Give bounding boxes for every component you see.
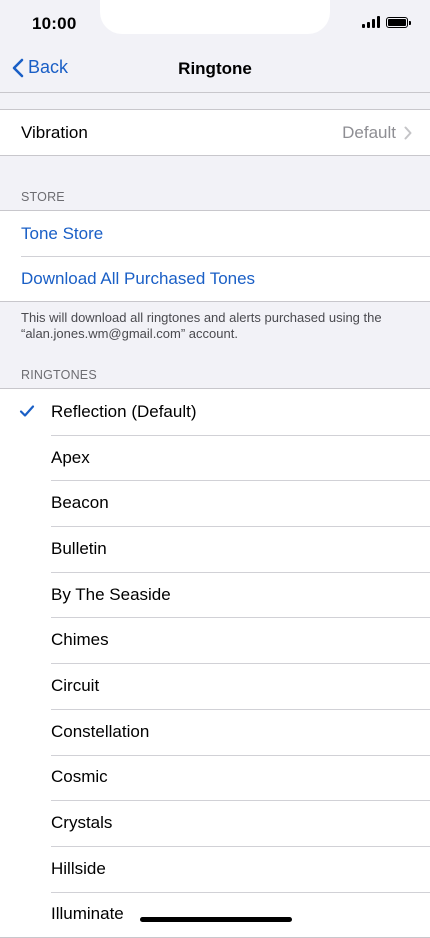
ringtone-label: Constellation <box>51 721 150 741</box>
download-all-purchased-tones-link[interactable]: Download All Purchased Tones <box>0 256 430 301</box>
ringtone-row[interactable]: Cosmic <box>0 754 430 801</box>
ringtone-label: Hillside <box>51 858 106 878</box>
ringtone-row[interactable]: Reflection (Default) <box>0 389 430 435</box>
ringtone-row[interactable]: Crystals <box>0 800 430 846</box>
ringtone-label: Beacon <box>51 493 109 513</box>
ringtone-label: Illuminate <box>51 904 124 924</box>
ringtone-row[interactable]: By The Seaside <box>0 571 430 618</box>
ringtone-label: By The Seaside <box>51 584 171 604</box>
download-all-label: Download All Purchased Tones <box>21 268 256 288</box>
ringtone-label: Cosmic <box>51 767 108 787</box>
store-footer-note: This will download all ringtones and ale… <box>21 310 382 341</box>
device-notch <box>100 0 330 34</box>
ringtone-label: Circuit <box>51 675 100 695</box>
store-group: Tone Store Download All Purchased Tones <box>0 210 430 302</box>
battery-icon <box>386 16 411 28</box>
tone-store-link[interactable]: Tone Store <box>0 211 430 256</box>
chevron-right-icon <box>404 126 412 139</box>
ringtone-label: Bulletin <box>51 538 107 558</box>
vibration-row[interactable]: Vibration Default <box>0 110 430 155</box>
status-bar: 10:00 <box>0 0 430 48</box>
status-icons <box>362 16 411 28</box>
checkmark-icon <box>19 405 35 417</box>
ringtone-row[interactable]: Hillside <box>0 845 430 892</box>
ringtone-label: Crystals <box>51 813 113 833</box>
ringtone-row[interactable]: Bulletin <box>0 526 430 572</box>
ringtone-row[interactable]: Beacon <box>0 480 430 526</box>
ringtone-label: Chimes <box>51 630 109 650</box>
home-indicator <box>140 917 292 922</box>
navigation-bar: Back Ringtone <box>0 48 430 93</box>
status-time: 10:00 <box>32 14 77 33</box>
vibration-group: Vibration Default <box>0 109 430 156</box>
ringtone-list: Reflection (Default) Apex Beacon Bulletin By… <box>0 388 430 938</box>
vibration-value: Default <box>342 123 412 143</box>
ringtone-label: Reflection (Default) <box>51 401 197 421</box>
ringtone-row[interactable]: Illuminate <box>0 891 430 938</box>
vibration-value-text: Default <box>342 122 396 142</box>
ringtones-section-header: RINGTONES <box>21 368 97 382</box>
cellular-signal-icon <box>362 16 380 28</box>
ringtone-row[interactable]: Constellation <box>0 708 430 755</box>
ringtone-label: Apex <box>51 447 90 467</box>
page-title: Ringtone <box>178 59 252 78</box>
vibration-label: Vibration <box>21 122 88 142</box>
tone-store-label: Tone Store <box>21 223 104 243</box>
ringtone-row[interactable]: Apex <box>0 434 430 481</box>
ringtone-row[interactable]: Circuit <box>0 663 430 709</box>
store-section-header: STORE <box>21 190 65 204</box>
ringtone-row[interactable]: Chimes <box>0 617 430 663</box>
